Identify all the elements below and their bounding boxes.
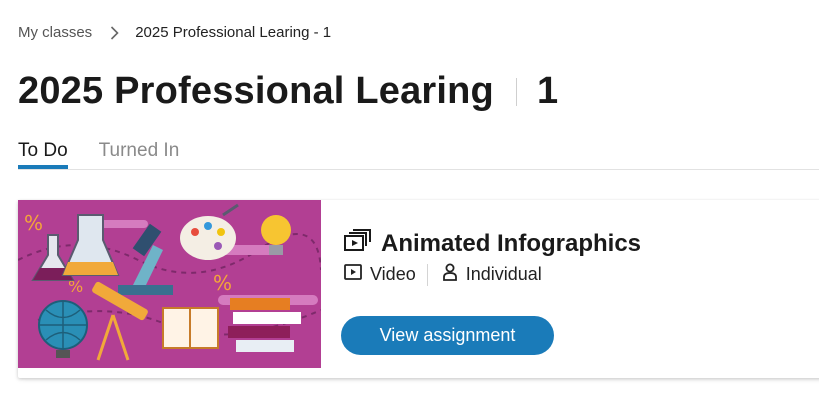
assignment-mode: Individual <box>442 263 542 286</box>
tab-bar: To Do Turned In <box>18 140 210 169</box>
chevron-right-icon <box>110 25 119 40</box>
assignment-meta: Video Individual <box>344 263 542 286</box>
page-title: 2025 Professional Learing <box>18 70 494 112</box>
assignment-type: Video <box>344 264 416 285</box>
breadcrumb: My classes 2025 Professional Learing - 1 <box>18 24 331 41</box>
media-assignment-icon <box>343 228 373 259</box>
assignment-mode-label: Individual <box>465 264 542 284</box>
meta-divider <box>426 263 428 286</box>
assignment-card: % % % Animated Infographics Video Indivi… <box>18 200 819 378</box>
view-assignment-button[interactable]: View assignment <box>341 316 554 355</box>
tab-to-do[interactable]: To Do <box>18 140 68 169</box>
svg-text:%: % <box>24 211 43 235</box>
title-divider <box>515 77 517 106</box>
tabs-divider <box>18 169 819 170</box>
person-icon <box>442 263 458 286</box>
tab-turned-in[interactable]: Turned In <box>99 140 180 169</box>
breadcrumb-my-classes-link[interactable]: My classes <box>18 24 92 41</box>
assignment-title[interactable]: Animated Infographics <box>381 230 641 258</box>
svg-text:%: % <box>213 271 232 295</box>
page-header: 2025 Professional Learing 1 <box>18 70 558 113</box>
assignment-thumbnail: % % % <box>18 200 321 368</box>
class-section-number: 1 <box>536 70 559 112</box>
video-play-icon <box>344 264 362 285</box>
assignment-type-label: Video <box>370 264 416 284</box>
assignment-title-row: Animated Infographics <box>343 228 641 259</box>
breadcrumb-current: 2025 Professional Learing - 1 <box>135 24 332 41</box>
